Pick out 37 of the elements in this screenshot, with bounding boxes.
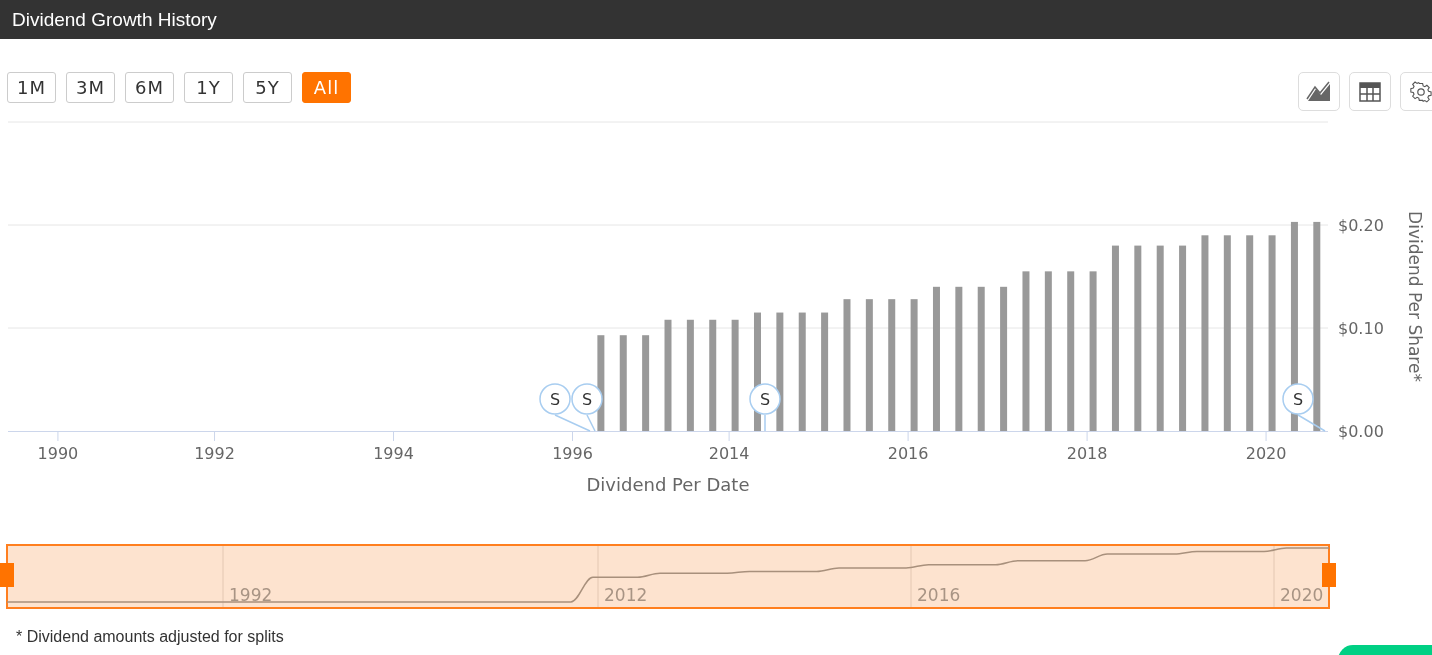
y-axis-label: $0.00 xyxy=(1338,422,1384,441)
annotation: S xyxy=(759,390,771,409)
navigator-handle[interactable] xyxy=(0,563,14,587)
range-button[interactable]: 5Y xyxy=(243,72,292,103)
navigator-handle[interactable] xyxy=(1322,563,1336,587)
panel-title: Dividend Growth History xyxy=(0,0,1432,39)
x-axis-label: 2014 xyxy=(708,444,750,463)
range-button[interactable]: 3M xyxy=(66,72,115,103)
x-axis-label: 2018 xyxy=(1066,444,1108,463)
x-axis-label: 1990 xyxy=(37,444,79,463)
x-axis-title: Dividend Per Date xyxy=(586,474,750,495)
annotation: S xyxy=(581,390,593,409)
x-axis-label: 1994 xyxy=(373,444,414,463)
x-axis-label: 1992 xyxy=(194,444,235,463)
navigator-label: 1992 xyxy=(229,585,273,605)
range-button[interactable]: 1Y xyxy=(184,72,233,103)
range-button[interactable]: 1M xyxy=(7,72,56,103)
table-button[interactable] xyxy=(1349,72,1391,111)
x-axis-label: 2016 xyxy=(887,444,929,463)
y-axis-label: $0.20 xyxy=(1338,216,1384,235)
x-axis-label: 2020 xyxy=(1245,444,1287,463)
split-flag[interactable]: S xyxy=(1282,383,1326,432)
navigator-label: 2016 xyxy=(917,585,961,605)
area-chart-icon xyxy=(1306,80,1332,103)
annotation: S xyxy=(1292,390,1304,409)
annotation: S xyxy=(549,390,561,409)
settings-button[interactable] xyxy=(1400,72,1432,111)
range-button[interactable]: 6M xyxy=(125,72,174,103)
x-axis-label: 1996 xyxy=(552,444,593,463)
footnote: * Dividend amounts adjusted for splits xyxy=(15,628,285,646)
navigator-label: 2020 xyxy=(1280,585,1324,605)
chart-button[interactable] xyxy=(1298,72,1340,111)
y-axis-label: $0.10 xyxy=(1338,319,1384,338)
navigator-label: 2012 xyxy=(604,585,648,605)
settings-icon xyxy=(1410,80,1432,103)
table-icon xyxy=(1359,81,1381,102)
y-axis-title: Dividend Per Share* xyxy=(1405,211,1425,382)
